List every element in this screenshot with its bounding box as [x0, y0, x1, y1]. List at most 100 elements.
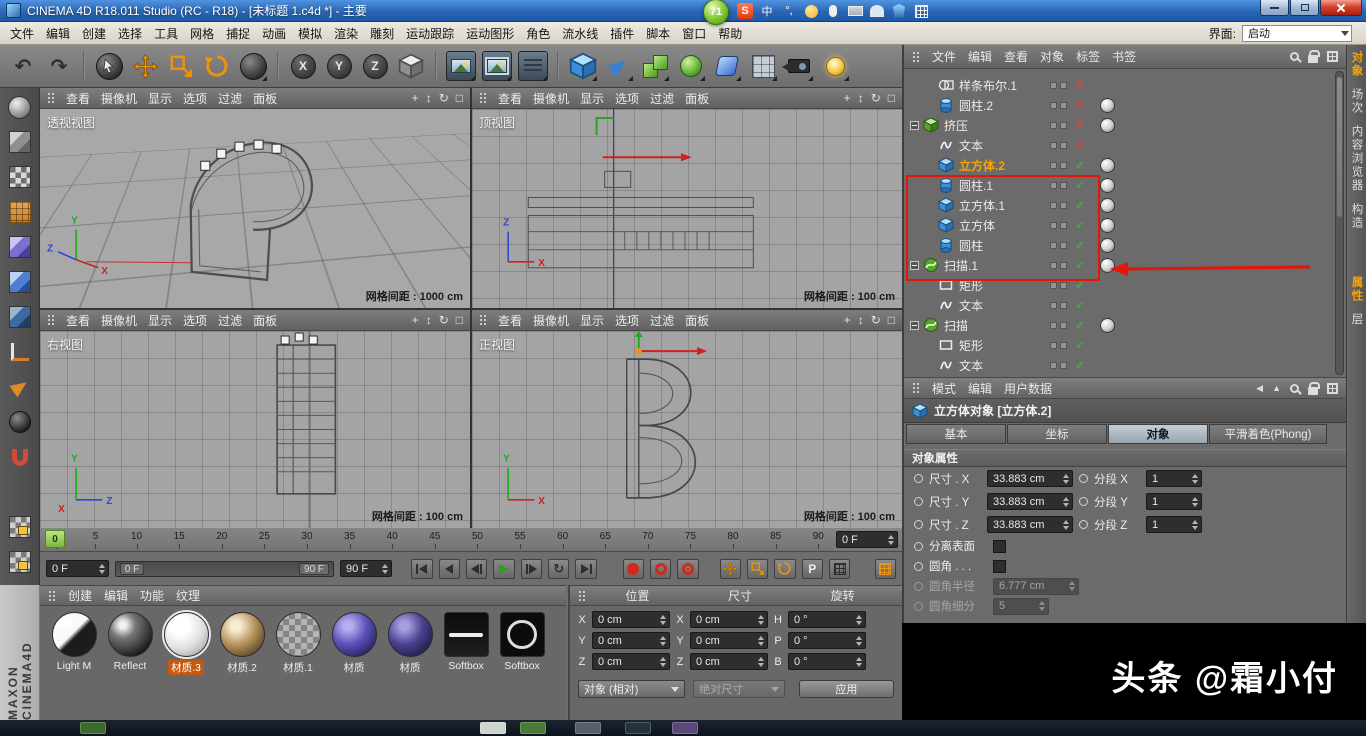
viewport-right[interactable]: 查看摄像机显示选项过滤面板 +↕↻□ Y Z: [40, 310, 470, 528]
lock-icon[interactable]: [1308, 55, 1318, 63]
pen-spline-button[interactable]: [602, 48, 636, 84]
render-chip[interactable]: [1060, 182, 1067, 189]
maximize-icon[interactable]: □: [888, 313, 895, 327]
segments-x-field[interactable]: 1: [1146, 470, 1202, 487]
keyframe-circle[interactable]: [1079, 520, 1088, 529]
tree-row[interactable]: 挤压 ✗: [904, 115, 1336, 135]
enable-state[interactable]: ✓: [1072, 258, 1088, 272]
visibility-chip[interactable]: [1050, 342, 1057, 349]
size-z-field[interactable]: 33.883 cm: [987, 516, 1073, 533]
orbit-icon[interactable]: ↻: [439, 91, 449, 105]
object-manager-menu-item[interactable]: 文件: [932, 48, 956, 65]
grip-icon[interactable]: [479, 314, 487, 326]
render-chip[interactable]: [1060, 202, 1067, 209]
tab-coordinates[interactable]: 坐标: [1007, 424, 1107, 444]
keyframe-circle[interactable]: [914, 497, 923, 506]
fillet-checkbox[interactable]: [993, 560, 1006, 573]
tree-row[interactable]: 样条布尔.1 ✗: [904, 75, 1336, 95]
render-chip[interactable]: [1060, 282, 1067, 289]
range-start-handle[interactable]: 0 F: [120, 563, 144, 575]
keyframe-selection-record-button[interactable]: [677, 559, 698, 579]
point-level-animation-toggle[interactable]: [829, 559, 850, 579]
zoom-icon[interactable]: ↕: [858, 91, 864, 105]
pan-icon[interactable]: +: [844, 313, 851, 327]
range-start-field[interactable]: 0 F: [46, 560, 109, 577]
viewport-menu-item[interactable]: 摄像机: [533, 312, 569, 329]
microphone-icon[interactable]: [825, 3, 841, 19]
material-thumbnail[interactable]: [388, 612, 433, 657]
render-view-button[interactable]: [444, 48, 478, 84]
light-button[interactable]: [818, 48, 852, 84]
render-chip[interactable]: [1060, 162, 1067, 169]
enable-state[interactable]: ✓: [1072, 238, 1088, 252]
enable-state[interactable]: ✓: [1072, 158, 1088, 172]
menu-item[interactable]: 运动图形: [460, 22, 520, 44]
grip-icon[interactable]: [578, 590, 586, 602]
tree-row[interactable]: 扫描 ✓: [904, 315, 1336, 335]
enable-state[interactable]: ✓: [1072, 338, 1088, 352]
tree-row[interactable]: 文本 ✓: [904, 295, 1336, 315]
tree-row[interactable]: 圆柱.1 ✓: [904, 175, 1336, 195]
viewport-menu-item[interactable]: 过滤: [218, 312, 242, 329]
menu-item[interactable]: 角色: [520, 22, 556, 44]
record-button[interactable]: [623, 559, 644, 579]
grip-icon[interactable]: [47, 314, 55, 326]
tab-takes[interactable]: 场次: [1349, 88, 1365, 115]
viewport-canvas[interactable]: Y X 正视图 网格间距 : 100 cm: [472, 331, 902, 528]
coordinate-mode-select[interactable]: 对象 (相对): [578, 680, 685, 698]
goto-end-button[interactable]: [575, 559, 596, 579]
keyframe-circle[interactable]: [914, 474, 923, 483]
orbit-icon[interactable]: ↻: [871, 313, 881, 327]
tab-basic[interactable]: 基本: [906, 424, 1006, 444]
rotation-p-field[interactable]: 0 °: [788, 632, 866, 649]
render-chip[interactable]: [1060, 322, 1067, 329]
menu-item[interactable]: 编辑: [40, 22, 76, 44]
tree-row-selected[interactable]: 立方体.2 ✓: [904, 155, 1336, 175]
visibility-chip[interactable]: [1050, 242, 1057, 249]
lock-icon[interactable]: [1308, 387, 1318, 395]
viewport-menu-item[interactable]: 选项: [615, 312, 639, 329]
enable-state[interactable]: ✓: [1072, 278, 1088, 292]
visibility-chip[interactable]: [1050, 302, 1057, 309]
range-end-field[interactable]: 90 F: [340, 560, 392, 577]
size-x-field[interactable]: 33.883 cm: [987, 470, 1073, 487]
spinner-icon[interactable]: [99, 564, 105, 574]
material-item[interactable]: 材质: [326, 612, 382, 675]
taskbar-item[interactable]: [80, 722, 106, 734]
user-icon[interactable]: [869, 3, 885, 19]
keyframe-selection-button[interactable]: [875, 559, 896, 579]
enable-axis-button[interactable]: [5, 372, 35, 402]
zoom-icon[interactable]: ↕: [426, 313, 432, 327]
tree-row[interactable]: 立方体 ✓: [904, 215, 1336, 235]
layout-icon[interactable]: [1327, 383, 1338, 394]
current-frame-marker[interactable]: 0: [45, 530, 65, 548]
enable-state[interactable]: ✗: [1072, 118, 1088, 132]
camera-button[interactable]: [782, 48, 816, 84]
magnet-button[interactable]: [5, 442, 35, 472]
live-selection-button[interactable]: [92, 48, 126, 84]
visibility-chip[interactable]: [1050, 82, 1057, 89]
object-manager-menu-item[interactable]: 编辑: [968, 48, 992, 65]
material-tag[interactable]: [1100, 178, 1115, 193]
enable-state[interactable]: ✗: [1072, 138, 1088, 152]
viewport-menu-item[interactable]: 选项: [615, 90, 639, 107]
material-item[interactable]: 材质.2: [214, 612, 270, 675]
size-y-field[interactable]: 33.883 cm: [987, 493, 1073, 510]
material-tag[interactable]: [1100, 318, 1115, 333]
apply-button[interactable]: 应用: [799, 680, 894, 698]
render-chip[interactable]: [1060, 122, 1067, 129]
viewport-menu-item[interactable]: 过滤: [218, 90, 242, 107]
mograph-button[interactable]: [638, 48, 672, 84]
menu-item[interactable]: 帮助: [712, 22, 748, 44]
viewport-menu-item[interactable]: 显示: [580, 90, 604, 107]
viewport-menu-item[interactable]: 显示: [148, 90, 172, 107]
undo-button[interactable]: ↶: [6, 48, 40, 84]
record-position-toggle[interactable]: [720, 559, 741, 579]
object-manager-menu-item[interactable]: 书签: [1112, 48, 1136, 65]
tree-row[interactable]: 文本 ✓: [904, 355, 1336, 375]
collapse-toggle[interactable]: [910, 121, 919, 130]
visibility-chip[interactable]: [1050, 182, 1057, 189]
environment-button[interactable]: [746, 48, 780, 84]
axis-mode-button[interactable]: [5, 337, 35, 367]
spinner-icon[interactable]: [888, 535, 894, 545]
